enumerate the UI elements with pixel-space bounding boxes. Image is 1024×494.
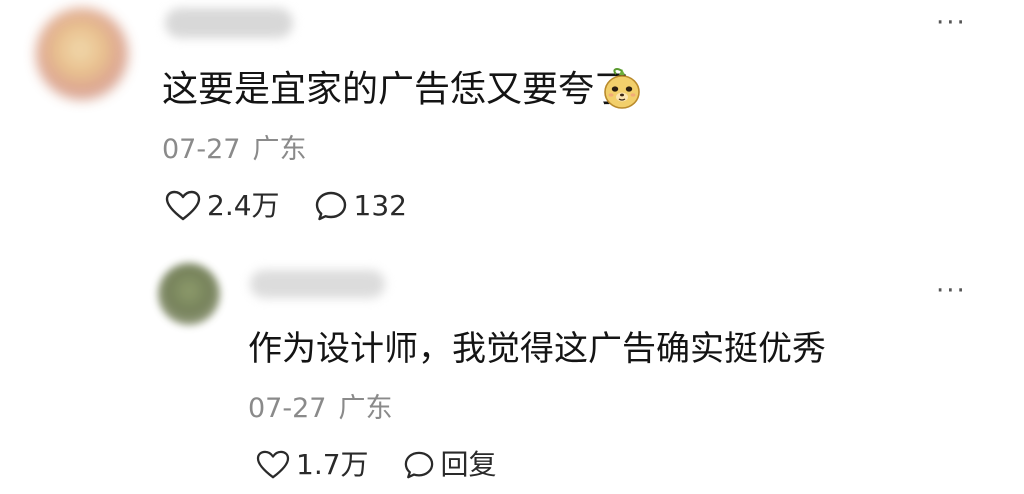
doge-face-emoji-icon — [604, 68, 640, 109]
comment-actions: 2.4万 132 — [165, 188, 407, 224]
comment-meta: 07-27 广东 — [162, 133, 318, 167]
reply-count-button[interactable]: 132 — [314, 188, 407, 224]
like-button[interactable]: 2.4万 — [165, 188, 280, 224]
reply-meta: 07-27 广东 — [248, 392, 404, 426]
comment-date: 07-27 — [162, 134, 241, 165]
comment-bubble-icon — [404, 451, 433, 479]
reply-like-count: 1.7万 — [296, 448, 369, 481]
more-options-button[interactable]: ··· — [936, 10, 967, 36]
comment-text: 这要是宜家的广告恁又要夸了 — [162, 69, 631, 110]
reply-text: 作为设计师，我觉得这广告确实挺优秀 — [248, 329, 826, 369]
reply-date: 07-27 — [248, 393, 327, 424]
comment-bubble-icon — [315, 191, 346, 221]
reply-more-options-button[interactable]: ··· — [936, 278, 967, 304]
reply-location: 广东 — [338, 393, 393, 424]
top-comment: ··· 这要是宜家的广告恁又要夸了 07-27 广东 2.4万 132 — [0, 0, 1024, 240]
reply-label: 回复 — [440, 448, 497, 481]
heart-icon — [256, 450, 290, 479]
comment-location: 广东 — [252, 134, 307, 165]
like-count: 2.4万 — [207, 189, 280, 222]
reply-avatar[interactable] — [158, 263, 220, 325]
avatar[interactable] — [36, 8, 128, 100]
heart-icon — [165, 190, 201, 221]
reply-count: 132 — [353, 189, 407, 222]
reply-button[interactable]: 回复 — [403, 447, 497, 483]
reply-username-blurred[interactable] — [250, 270, 385, 298]
reply-actions: 1.7万 回复 — [256, 447, 497, 483]
username-blurred[interactable] — [165, 8, 293, 38]
reply-like-button[interactable]: 1.7万 — [256, 447, 369, 483]
